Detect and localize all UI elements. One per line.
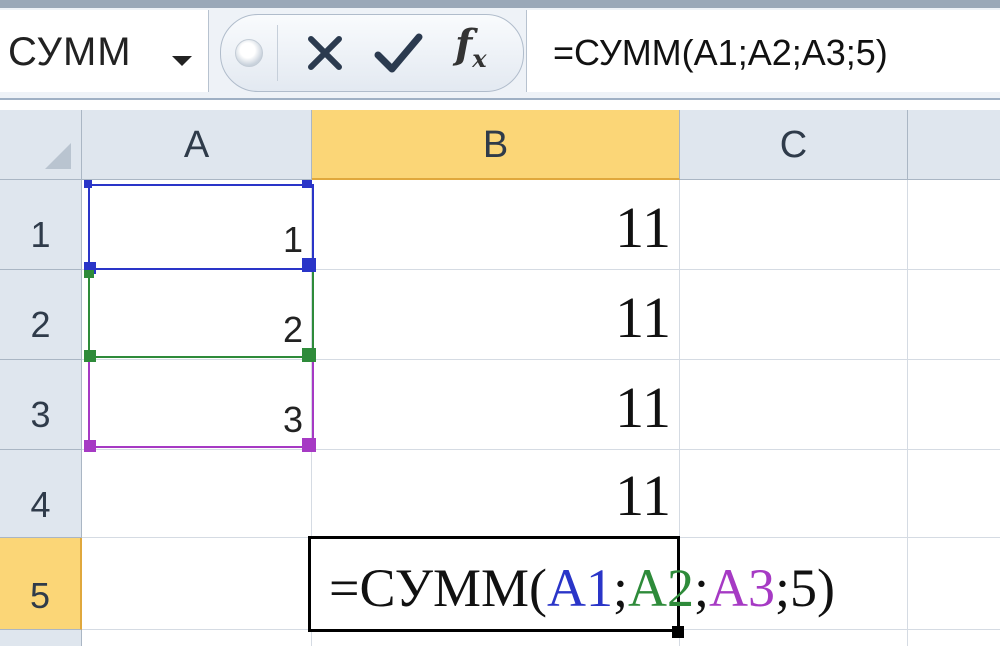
column-header-c[interactable]: C <box>680 110 908 180</box>
cell-b5-editor[interactable]: =СУММ(A1;A2;A3;5) <box>308 536 835 632</box>
formula-prefix: =СУММ( <box>329 558 548 618</box>
range-handle-icon[interactable] <box>84 350 96 362</box>
cell-b2-value: 11 <box>615 285 671 350</box>
formula-text: =СУММ(A1;A2;A3;5) <box>553 32 888 73</box>
row-header-2[interactable]: 2 <box>0 270 82 360</box>
cell-d6[interactable] <box>908 630 1000 646</box>
cell-c2[interactable] <box>680 270 908 360</box>
row-header-6[interactable] <box>0 630 82 646</box>
cell-d3[interactable] <box>908 360 1000 450</box>
range-handle-icon[interactable] <box>84 440 96 452</box>
fx-label: f <box>455 21 473 68</box>
cell-b5-formula: =СУММ(A1;A2;A3;5) <box>329 557 835 619</box>
divider <box>0 98 1000 100</box>
column-header-d[interactable] <box>908 110 1000 180</box>
checkmark-icon[interactable] <box>373 31 423 75</box>
resize-grip-icon[interactable] <box>235 39 263 67</box>
close-icon[interactable] <box>305 33 345 73</box>
row-header-1[interactable]: 1 <box>0 180 82 270</box>
cell-c3[interactable] <box>680 360 908 450</box>
select-all-button[interactable] <box>0 110 82 180</box>
cell-c1[interactable] <box>680 180 908 270</box>
cell-a3[interactable]: 3 <box>82 360 312 450</box>
cell-b3-value: 11 <box>615 375 671 440</box>
range-handle-icon[interactable] <box>302 348 316 362</box>
cell-b4[interactable]: 11 <box>312 450 680 538</box>
cell-b3[interactable]: 11 <box>312 360 680 450</box>
formula-bar: СУММ fx =СУММ(A1;A2;A3;5) <box>0 0 1000 100</box>
range-handle-icon[interactable] <box>302 180 312 188</box>
cell-d4[interactable] <box>908 450 1000 538</box>
cell-b1-value: 11 <box>615 195 671 260</box>
formula-input[interactable]: =СУММ(A1;A2;A3;5) <box>526 10 1000 92</box>
select-all-icon <box>45 143 71 169</box>
separator: ; <box>694 558 710 618</box>
cell-d1[interactable] <box>908 180 1000 270</box>
name-box[interactable]: СУММ <box>0 10 209 92</box>
divider <box>277 25 278 81</box>
cell-a5[interactable] <box>82 538 312 630</box>
row-header-4[interactable]: 4 <box>0 450 82 538</box>
range-handle-icon[interactable] <box>302 258 316 272</box>
cell-d2[interactable] <box>908 270 1000 360</box>
name-box-value: СУММ <box>8 30 132 74</box>
row-header-3[interactable]: 3 <box>0 360 82 450</box>
column-header-b[interactable]: B <box>312 110 680 180</box>
cell-a1-value: 1 <box>282 219 303 260</box>
column-header-a[interactable]: A <box>82 110 312 180</box>
ref-a1: A1 <box>547 558 614 618</box>
cell-a1[interactable]: 1 <box>82 180 312 270</box>
cell-b2[interactable]: 11 <box>312 270 680 360</box>
ribbon-edge <box>0 0 1000 8</box>
cell-d5[interactable] <box>908 538 1000 630</box>
separator: ; <box>613 558 629 618</box>
chevron-down-icon[interactable] <box>172 56 192 66</box>
range-handle-icon[interactable] <box>84 270 94 278</box>
range-handle-icon[interactable] <box>84 180 92 188</box>
ref-a3: A3 <box>709 558 776 618</box>
cell-b6[interactable] <box>312 630 680 646</box>
cell-a2-value: 2 <box>282 309 303 350</box>
cell-c6[interactable] <box>680 630 908 646</box>
formula-suffix: ;5) <box>775 558 836 618</box>
range-handle-icon[interactable] <box>302 438 316 452</box>
cell-c4[interactable] <box>680 450 908 538</box>
formula-buttons: fx <box>220 14 524 92</box>
ref-a2: A2 <box>628 558 695 618</box>
cell-b1[interactable]: 11 <box>312 180 680 270</box>
insert-function-icon[interactable]: fx <box>455 21 487 73</box>
cell-a3-value: 3 <box>282 399 303 440</box>
cell-a4[interactable] <box>82 450 312 538</box>
fx-sub: x <box>472 44 487 73</box>
row-header-5[interactable]: 5 <box>0 538 82 630</box>
cell-b4-value: 11 <box>615 463 671 528</box>
cell-a6[interactable] <box>82 630 312 646</box>
fill-handle[interactable] <box>672 626 684 638</box>
cell-a2[interactable]: 2 <box>82 270 312 360</box>
